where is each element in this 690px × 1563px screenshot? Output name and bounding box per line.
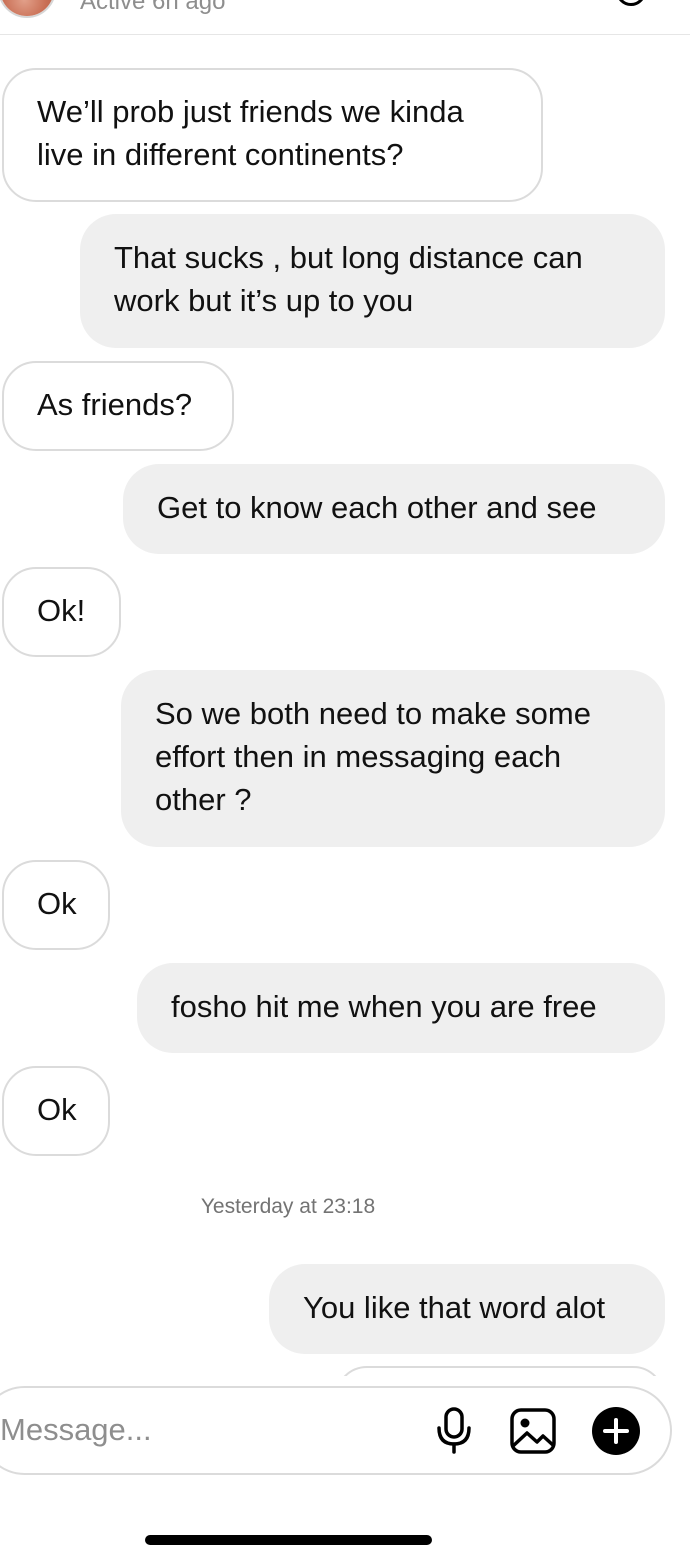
message-bubble-incoming[interactable]: As friends?: [2, 361, 234, 451]
message-line: We’ll prob just friends we kinda: [37, 94, 464, 129]
message-line: effort then in messaging each: [155, 739, 562, 774]
plus-icon-svg: [592, 1407, 640, 1455]
message-line: As friends?: [37, 387, 193, 422]
message-line: Get to know each other and see: [157, 490, 597, 525]
message-line: Ok: [37, 886, 77, 921]
contact-avatar[interactable]: [0, 0, 56, 18]
message-timestamp: Yesterday at 23:18: [200, 1195, 376, 1218]
info-icon[interactable]: [616, 0, 646, 6]
message-line: other ?: [155, 782, 252, 817]
message-line: Ok: [37, 1092, 77, 1127]
message-line: live in different continents?: [37, 137, 404, 172]
message-line: That sucks , but long distance can: [114, 240, 583, 275]
message-bubble-incoming[interactable]: Ok: [2, 860, 110, 950]
plus-icon[interactable]: [591, 1406, 641, 1456]
message-line: Ok!: [37, 593, 86, 628]
message-bubble-outgoing[interactable]: You like that word alot: [269, 1264, 665, 1354]
message-bubble-incoming[interactable]: Ok!: [2, 567, 121, 657]
message-bubble-outgoing[interactable]: So we both need to make some effort then…: [121, 670, 665, 847]
gallery-icon-svg: [510, 1408, 556, 1454]
message-bubble-outgoing[interactable]: fosho hit me when you are free: [137, 963, 665, 1053]
message-line: You like that word alot: [303, 1290, 606, 1325]
avatar-image: [0, 0, 54, 16]
home-indicator: [145, 1535, 432, 1545]
active-status: Active 6h ago: [80, 0, 226, 15]
chat-header: Active 6h ago: [0, 0, 690, 35]
message-bubble-incoming[interactable]: Ok: [2, 1066, 110, 1156]
message-input[interactable]: [0, 1408, 400, 1452]
microphone-icon[interactable]: [434, 1406, 474, 1456]
message-bubble-outgoing[interactable]: That sucks , but long distance can work …: [80, 214, 665, 348]
message-bubble-incoming[interactable]: We’ll prob just friends we kinda live in…: [2, 68, 543, 202]
message-bubble-outgoing[interactable]: Get to know each other and see: [123, 464, 665, 554]
message-line: work but it’s up to you: [114, 283, 414, 318]
gallery-icon[interactable]: [508, 1406, 558, 1456]
microphone-icon-svg: [437, 1407, 471, 1454]
message-line: So we both need to make some: [155, 696, 591, 731]
message-line: fosho hit me when you are free: [171, 989, 597, 1024]
